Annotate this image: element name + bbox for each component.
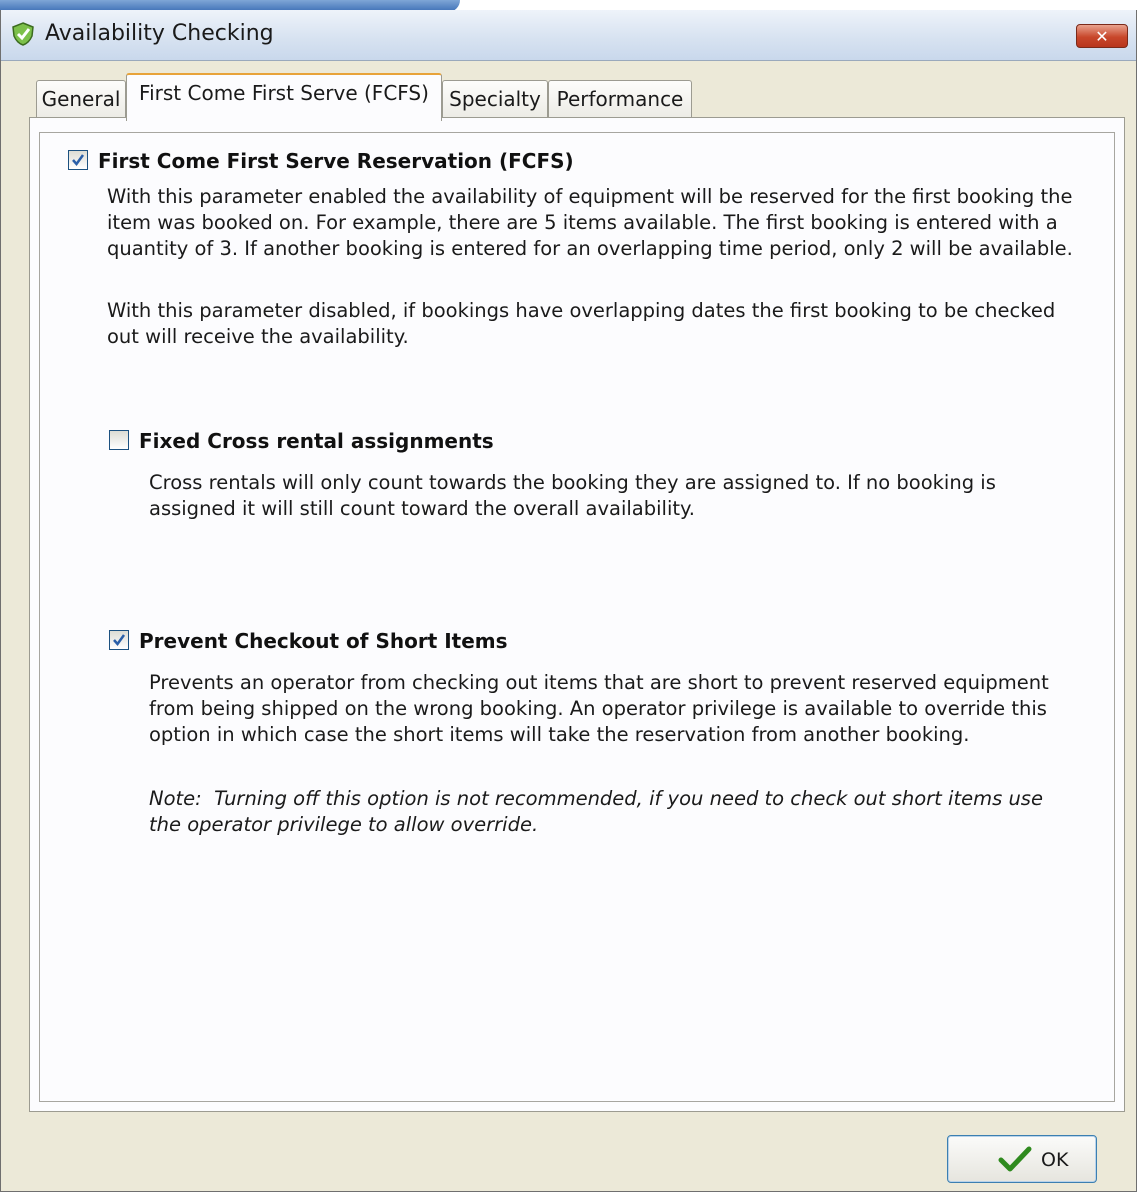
fixed-cross-checkbox[interactable]: [109, 430, 129, 450]
window-title: Availability Checking: [45, 21, 274, 46]
checkmark-icon: [113, 634, 126, 647]
fixed-cross-label[interactable]: Fixed Cross rental assignments: [139, 429, 494, 453]
close-button[interactable]: ✕: [1076, 24, 1128, 48]
prevent-checkout-note: Note: Turning off this option is not rec…: [149, 787, 1043, 836]
availability-checking-dialog: Availability Checking ✕ General First Co…: [0, 10, 1137, 1192]
prevent-checkout-checkbox[interactable]: [109, 630, 129, 650]
tab-label: Performance: [556, 87, 684, 111]
fcfs-description-enabled: With this parameter enabled the availabi…: [107, 185, 1073, 260]
fcfs-checkbox[interactable]: [68, 150, 88, 170]
panel-frame: [39, 132, 1115, 1102]
tab-content-panel: First Come First Serve Reservation (FCFS…: [29, 117, 1125, 1112]
checkmark-icon: [72, 154, 85, 167]
prevent-checkout-description: Prevents an operator from checking out i…: [149, 671, 1049, 746]
tab-specialty[interactable]: Specialty: [442, 80, 548, 118]
fixed-cross-description: Cross rentals will only count towards th…: [149, 471, 996, 520]
shield-check-icon: [12, 22, 34, 46]
ok-label: OK: [1041, 1149, 1069, 1171]
title-bar: Availability Checking ✕: [1, 10, 1136, 61]
tab-label: Specialty: [449, 87, 541, 111]
tab-label: First Come First Serve (FCFS): [139, 81, 429, 105]
prevent-checkout-label[interactable]: Prevent Checkout of Short Items: [139, 629, 508, 653]
tab-fcfs[interactable]: First Come First Serve (FCFS): [126, 73, 442, 121]
fcfs-description-disabled: With this parameter disabled, if booking…: [107, 299, 1056, 348]
ok-button[interactable]: OK: [947, 1135, 1097, 1183]
tab-label: General: [41, 87, 121, 111]
close-icon: ✕: [1095, 26, 1109, 46]
tab-general[interactable]: General: [36, 80, 126, 118]
checkmark-icon: [998, 1146, 1032, 1172]
tab-performance[interactable]: Performance: [548, 80, 692, 118]
fcfs-label[interactable]: First Come First Serve Reservation (FCFS…: [98, 149, 574, 173]
